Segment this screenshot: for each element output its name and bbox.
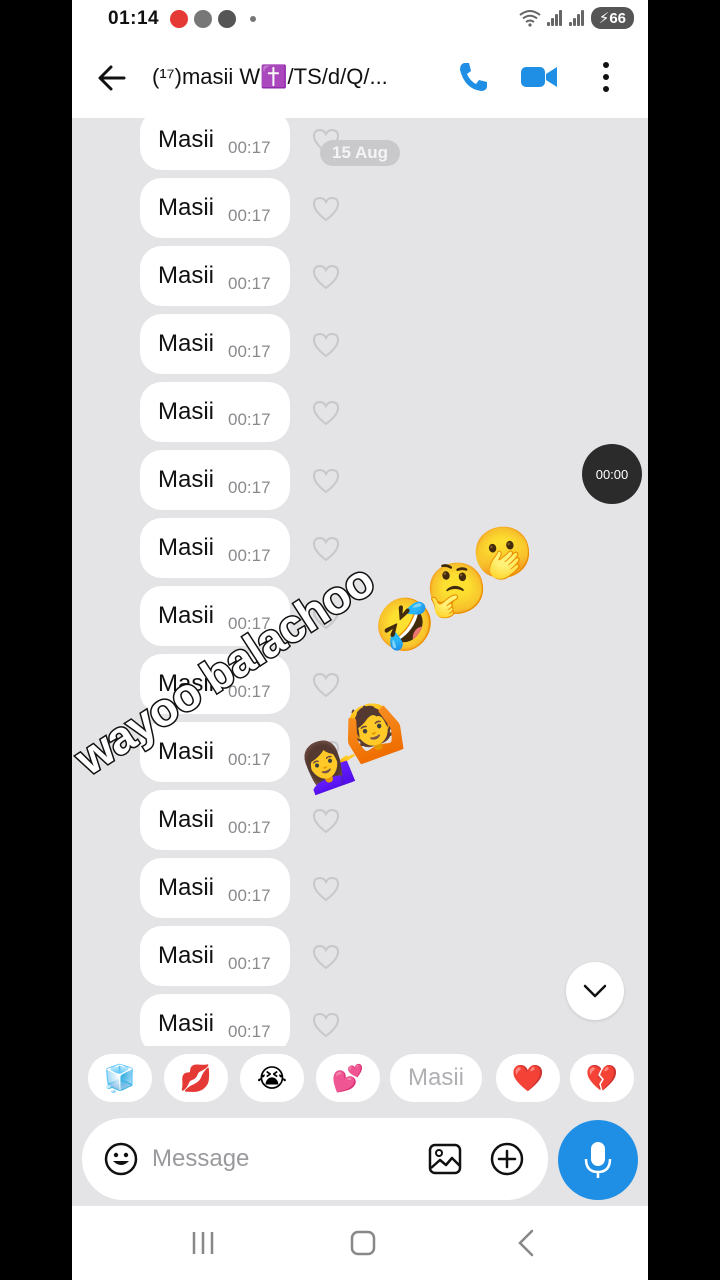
quick-reaction-red-heart[interactable]: ❤️ xyxy=(496,1054,560,1102)
overlay-emoji-rofl: 🤣 xyxy=(369,592,441,658)
message-time: 00:17 xyxy=(228,206,271,225)
message-time: 00:17 xyxy=(228,478,271,497)
message-time: 00:17 xyxy=(228,1022,271,1041)
image-icon[interactable] xyxy=(428,1142,462,1176)
message-text: Masii xyxy=(158,874,215,901)
heart-outline-icon[interactable] xyxy=(312,332,340,358)
quick-reaction-broken-heart[interactable]: 💔 xyxy=(570,1054,634,1102)
message-bubble[interactable]: Masii 00:17 xyxy=(140,246,290,306)
quick-reaction-ice[interactable]: 🧊 xyxy=(88,1054,152,1102)
message-text: Masii xyxy=(158,942,215,969)
heart-outline-icon[interactable] xyxy=(312,1012,340,1038)
message-text: Masii xyxy=(158,330,215,357)
timer-badge[interactable]: 00:00 xyxy=(582,444,642,504)
chevron-down-icon xyxy=(583,984,607,998)
message-time: 00:17 xyxy=(228,342,271,361)
message-bubble[interactable]: Masii 00:17 xyxy=(140,314,290,374)
message-bubble[interactable]: Masii 00:17 xyxy=(140,178,290,238)
quick-reaction-bar: 🧊 💋 😭 💕 Masii ❤️ 💔 xyxy=(72,1050,648,1106)
heart-outline-icon[interactable] xyxy=(312,876,340,902)
plus-circle-icon[interactable] xyxy=(490,1142,524,1176)
smiley-icon[interactable] xyxy=(104,1142,138,1176)
heart-outline-icon[interactable] xyxy=(312,196,340,222)
heart-outline-icon[interactable] xyxy=(312,672,340,698)
message-time: 00:17 xyxy=(228,410,271,429)
video-camera-icon[interactable] xyxy=(520,60,558,94)
message-composer xyxy=(82,1118,548,1200)
battery-level: 66 xyxy=(609,10,626,27)
back-arrow-icon[interactable] xyxy=(94,60,130,96)
quick-reply-masii[interactable]: Masii xyxy=(390,1054,482,1102)
heart-outline-icon[interactable] xyxy=(312,808,340,834)
heart-outline-icon[interactable] xyxy=(312,536,340,562)
message-text: Masii xyxy=(158,262,215,289)
microphone-button[interactable] xyxy=(558,1120,638,1200)
chat-header: (¹⁷)masii W✝️/TS/d/Q/... xyxy=(72,38,648,118)
message-text: Masii xyxy=(158,126,215,153)
date-separator: 15 Aug xyxy=(320,140,401,166)
message-text: Masii xyxy=(158,466,215,493)
heart-outline-icon[interactable] xyxy=(312,400,340,426)
quick-reaction-hearts[interactable]: 💕 xyxy=(316,1054,380,1102)
home-icon[interactable] xyxy=(346,1226,380,1260)
message-bubble[interactable]: Masii 00:17 xyxy=(140,790,290,850)
heart-outline-icon[interactable] xyxy=(312,264,340,290)
message-bubble[interactable]: Masii 00:17 xyxy=(140,994,290,1046)
youtube-notification-icon xyxy=(170,10,188,28)
message-input[interactable] xyxy=(152,1138,412,1180)
message-text: Masii xyxy=(158,194,215,221)
wifi-icon xyxy=(519,10,541,27)
quick-reaction-crying[interactable]: 😭 xyxy=(240,1054,304,1102)
message-bubble[interactable]: Masii 00:17 xyxy=(140,858,290,918)
scroll-to-bottom-button[interactable] xyxy=(566,962,624,1020)
recent-apps-icon[interactable] xyxy=(186,1226,220,1260)
quick-reply-label: Masii xyxy=(407,1064,464,1091)
message-time: 00:17 xyxy=(228,138,271,157)
message-time: 00:17 xyxy=(228,818,271,837)
message-bubble[interactable]: Masii 00:17 xyxy=(140,118,290,170)
message-text: Masii xyxy=(158,1010,215,1037)
facebook-notification-icon xyxy=(218,10,236,28)
message-text: Masii xyxy=(158,602,215,629)
message-bubble[interactable]: Masii 00:17 xyxy=(140,926,290,986)
more-vertical-icon[interactable] xyxy=(592,58,620,96)
quick-reaction-kiss[interactable]: 💋 xyxy=(164,1054,228,1102)
back-nav-icon[interactable] xyxy=(512,1226,540,1260)
message-time: 00:17 xyxy=(228,274,271,293)
message-time: 00:17 xyxy=(228,954,271,973)
message-time: 00:17 xyxy=(228,886,271,905)
message-bubble[interactable]: Masii 00:17 xyxy=(140,382,290,442)
microphone-icon xyxy=(584,1142,612,1178)
system-nav-bar xyxy=(72,1206,648,1280)
heart-outline-icon[interactable] xyxy=(312,468,340,494)
message-text: Masii xyxy=(158,806,215,833)
signal-2-icon xyxy=(568,10,585,26)
status-time: 01:14 xyxy=(108,8,160,29)
message-bubble[interactable]: Masii 00:17 xyxy=(140,450,290,510)
message-time: 00:17 xyxy=(228,546,271,565)
signal-1-icon xyxy=(546,10,563,26)
message-text: Masii xyxy=(158,534,215,561)
message-time: 00:17 xyxy=(228,750,271,769)
more-notifications-dot xyxy=(250,16,256,22)
message-bubble[interactable]: Masii 00:17 xyxy=(140,518,290,578)
message-text: Masii xyxy=(158,398,215,425)
status-bar: 01:14 ⚡66 xyxy=(72,0,648,38)
message-text: Masii xyxy=(158,738,215,765)
status-right: ⚡66 xyxy=(519,7,634,29)
phone-screen: 01:14 ⚡66 (¹⁷)masii W✝️/TS/d/Q/... Masii… xyxy=(72,0,648,1280)
battery-indicator: ⚡66 xyxy=(590,7,634,29)
heart-outline-icon[interactable] xyxy=(312,944,340,970)
phone-call-icon[interactable] xyxy=(456,60,490,94)
chat-title[interactable]: (¹⁷)masii W✝️/TS/d/Q/... xyxy=(152,64,427,90)
telegram-notification-icon xyxy=(194,10,212,28)
